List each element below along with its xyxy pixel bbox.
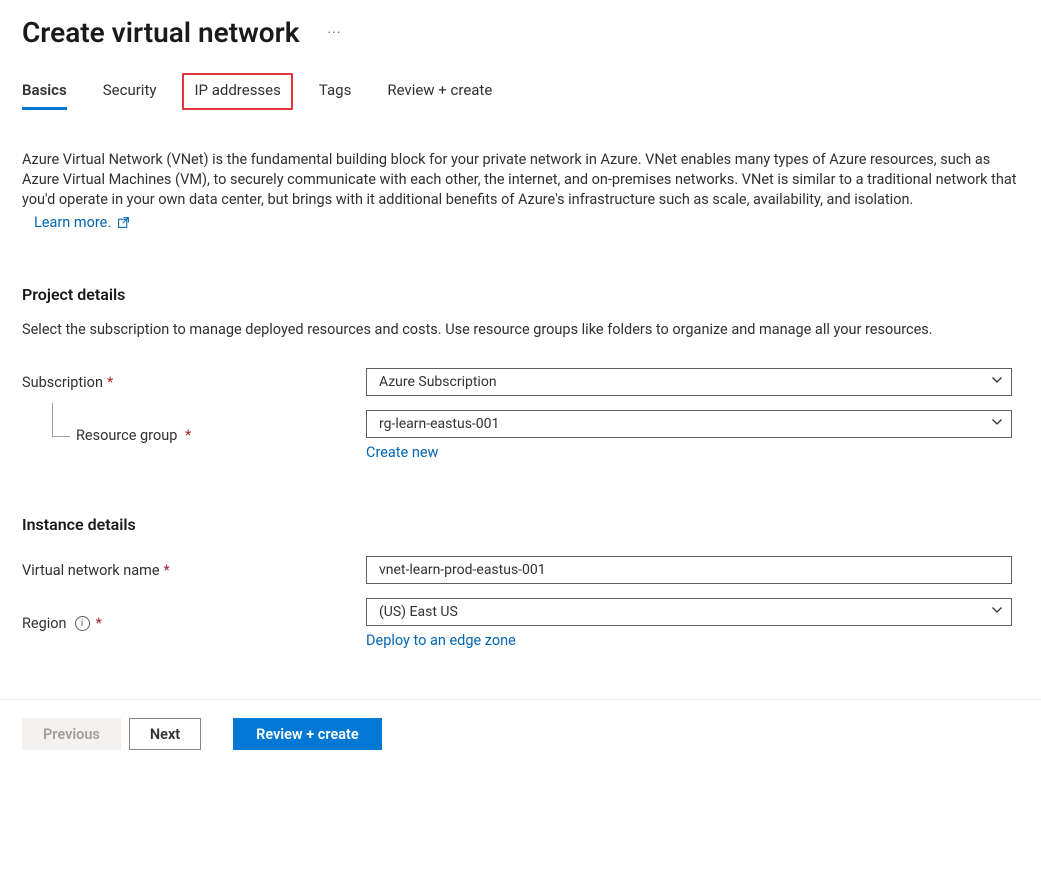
review-create-button[interactable]: Review + create [233, 718, 382, 750]
vnet-name-input[interactable] [366, 556, 1012, 584]
tab-security[interactable]: Security [103, 73, 157, 110]
project-details-heading: Project details [22, 285, 1019, 304]
tab-tags[interactable]: Tags [319, 73, 351, 110]
tree-connector [52, 403, 70, 437]
subscription-label: Subscription [22, 374, 103, 391]
more-icon[interactable]: ··· [328, 25, 342, 41]
region-value: (US) East US [379, 604, 458, 620]
info-icon[interactable]: i [75, 616, 90, 631]
tab-review-create[interactable]: Review + create [387, 73, 492, 110]
external-link-icon [117, 216, 130, 229]
resource-group-dropdown[interactable]: rg-learn-eastus-001 [366, 410, 1012, 438]
required-indicator: * [185, 427, 191, 444]
region-label: Region [22, 615, 67, 632]
resource-group-label: Resource group [76, 427, 177, 444]
required-indicator: * [96, 615, 102, 632]
vnet-name-label: Virtual network name [22, 562, 160, 579]
instance-details-heading: Instance details [22, 515, 1019, 534]
create-new-link[interactable]: Create new [366, 444, 438, 461]
resource-group-value: rg-learn-eastus-001 [379, 416, 499, 432]
chevron-down-icon [991, 604, 1003, 620]
intro-text: Azure Virtual Network (VNet) is the fund… [22, 150, 1019, 210]
next-button[interactable]: Next [129, 718, 201, 750]
tab-basics[interactable]: Basics [22, 73, 67, 110]
chevron-down-icon [991, 374, 1003, 390]
learn-more-label: Learn more. [34, 214, 111, 231]
tab-ip-addresses[interactable]: IP addresses [182, 73, 292, 110]
subscription-value: Azure Subscription [379, 374, 497, 390]
required-indicator: * [107, 374, 113, 391]
chevron-down-icon [991, 416, 1003, 432]
subscription-dropdown[interactable]: Azure Subscription [366, 368, 1012, 396]
page-title: Create virtual network [22, 16, 300, 49]
required-indicator: * [164, 562, 170, 579]
project-details-desc: Select the subscription to manage deploy… [22, 320, 1019, 340]
learn-more-link[interactable]: Learn more. [34, 214, 130, 231]
tabs: Basics Security IP addresses Tags Review… [0, 73, 1041, 110]
region-dropdown[interactable]: (US) East US [366, 598, 1012, 626]
edge-zone-link[interactable]: Deploy to an edge zone [366, 632, 516, 649]
footer: Previous Next Review + create [0, 699, 1041, 768]
previous-button: Previous [22, 718, 121, 750]
